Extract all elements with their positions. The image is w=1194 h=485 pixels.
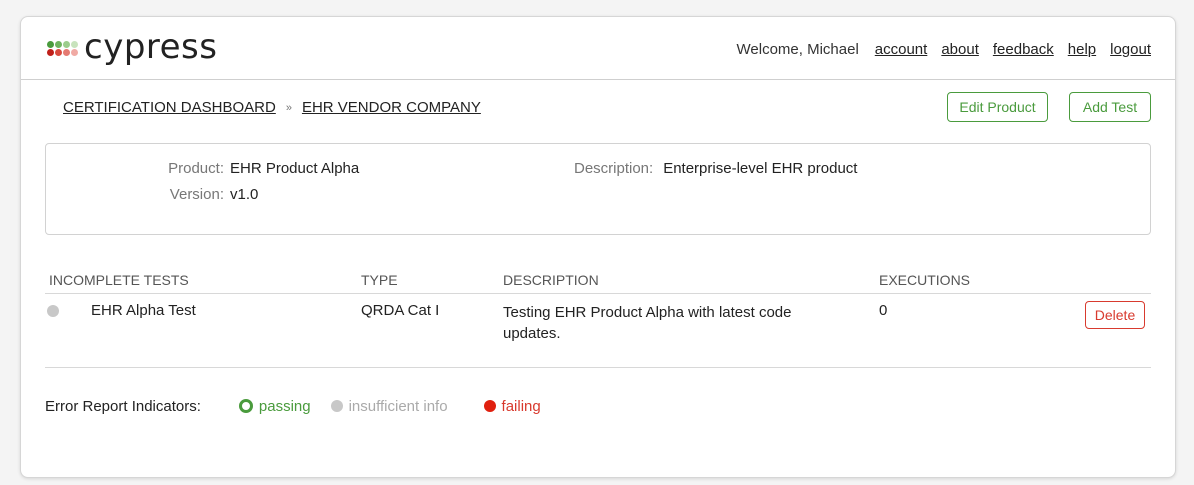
legend-failing-label: failing [501,397,541,415]
breadcrumb-dashboard-link[interactable]: CERTIFICATION DASHBOARD [63,99,276,116]
breadcrumb: CERTIFICATION DASHBOARD » EHR VENDOR COM… [63,99,481,116]
header-incomplete-tests: INCOMPLETE TESTS [49,272,189,288]
add-test-button[interactable]: Add Test [1069,92,1151,122]
nav-about-link[interactable]: about [941,41,979,58]
legend-insufficient: insufficient info [330,397,448,415]
breadcrumb-vendor-link[interactable]: EHR VENDOR COMPANY [302,99,481,116]
legend-passing-label: passing [258,397,311,415]
edit-product-button[interactable]: Edit Product [947,92,1048,122]
legend-passing: passing [238,397,311,415]
table-row: EHR Alpha Test QRDA Cat I Testing EHR Pr… [45,295,1151,368]
legend-title: Error Report Indicators: [45,397,201,415]
failing-icon [483,400,496,412]
status-insufficient-icon [47,305,59,317]
product-info-box: Product: EHR Product Alpha Version: v1.0 D… [45,143,1151,235]
legend-failing: failing [483,397,541,415]
nav-logout-link[interactable]: logout [1110,41,1151,58]
logo-dots-icon [47,41,78,56]
test-description: Testing EHR Product Alpha with latest co… [503,304,792,342]
cypress-logo[interactable]: cypress [47,29,217,65]
passing-icon [238,399,253,413]
product-value: EHR Product Alpha [230,160,360,177]
description-row: Description: Enterprise-level EHR product [574,160,857,177]
header: cypress Welcome, Michael account about f… [21,17,1175,80]
logo-text: cypress [84,27,218,67]
description-value: Enterprise-level EHR product [663,160,858,177]
header-executions: EXECUTIONS [879,272,971,288]
description-label: Description: [574,160,654,177]
version-value: v1.0 [230,186,259,203]
product-label: Product: [168,160,224,177]
nav-feedback-link[interactable]: feedback [993,41,1054,58]
nav-account-link[interactable]: account [875,41,928,58]
main-card: cypress Welcome, Michael account about f… [20,16,1176,478]
nav-help-link[interactable]: help [1068,41,1096,58]
breadcrumb-separator: » [285,101,292,114]
delete-test-button[interactable]: Delete [1085,301,1145,329]
header-type: TYPE [361,272,398,288]
product-row: Product: EHR Product Alpha [46,160,359,177]
tests-table-header: INCOMPLETE TESTS TYPE DESCRIPTION EXECUT… [45,271,1151,294]
header-description: DESCRIPTION [503,272,599,288]
version-row: Version: v1.0 [46,186,259,203]
version-label: Version: [169,186,224,203]
insufficient-icon [330,400,343,412]
welcome-text: Welcome, Michael [736,41,859,58]
top-nav: Welcome, Michael account about feedback … [737,41,1151,58]
error-report-legend: Error Report Indicators: passing insuffi… [45,395,541,417]
test-executions: 0 [879,302,888,319]
test-name-link[interactable]: EHR Alpha Test [91,302,196,319]
test-type: QRDA Cat I [361,302,440,319]
legend-insufficient-label: insufficient info [348,397,448,415]
